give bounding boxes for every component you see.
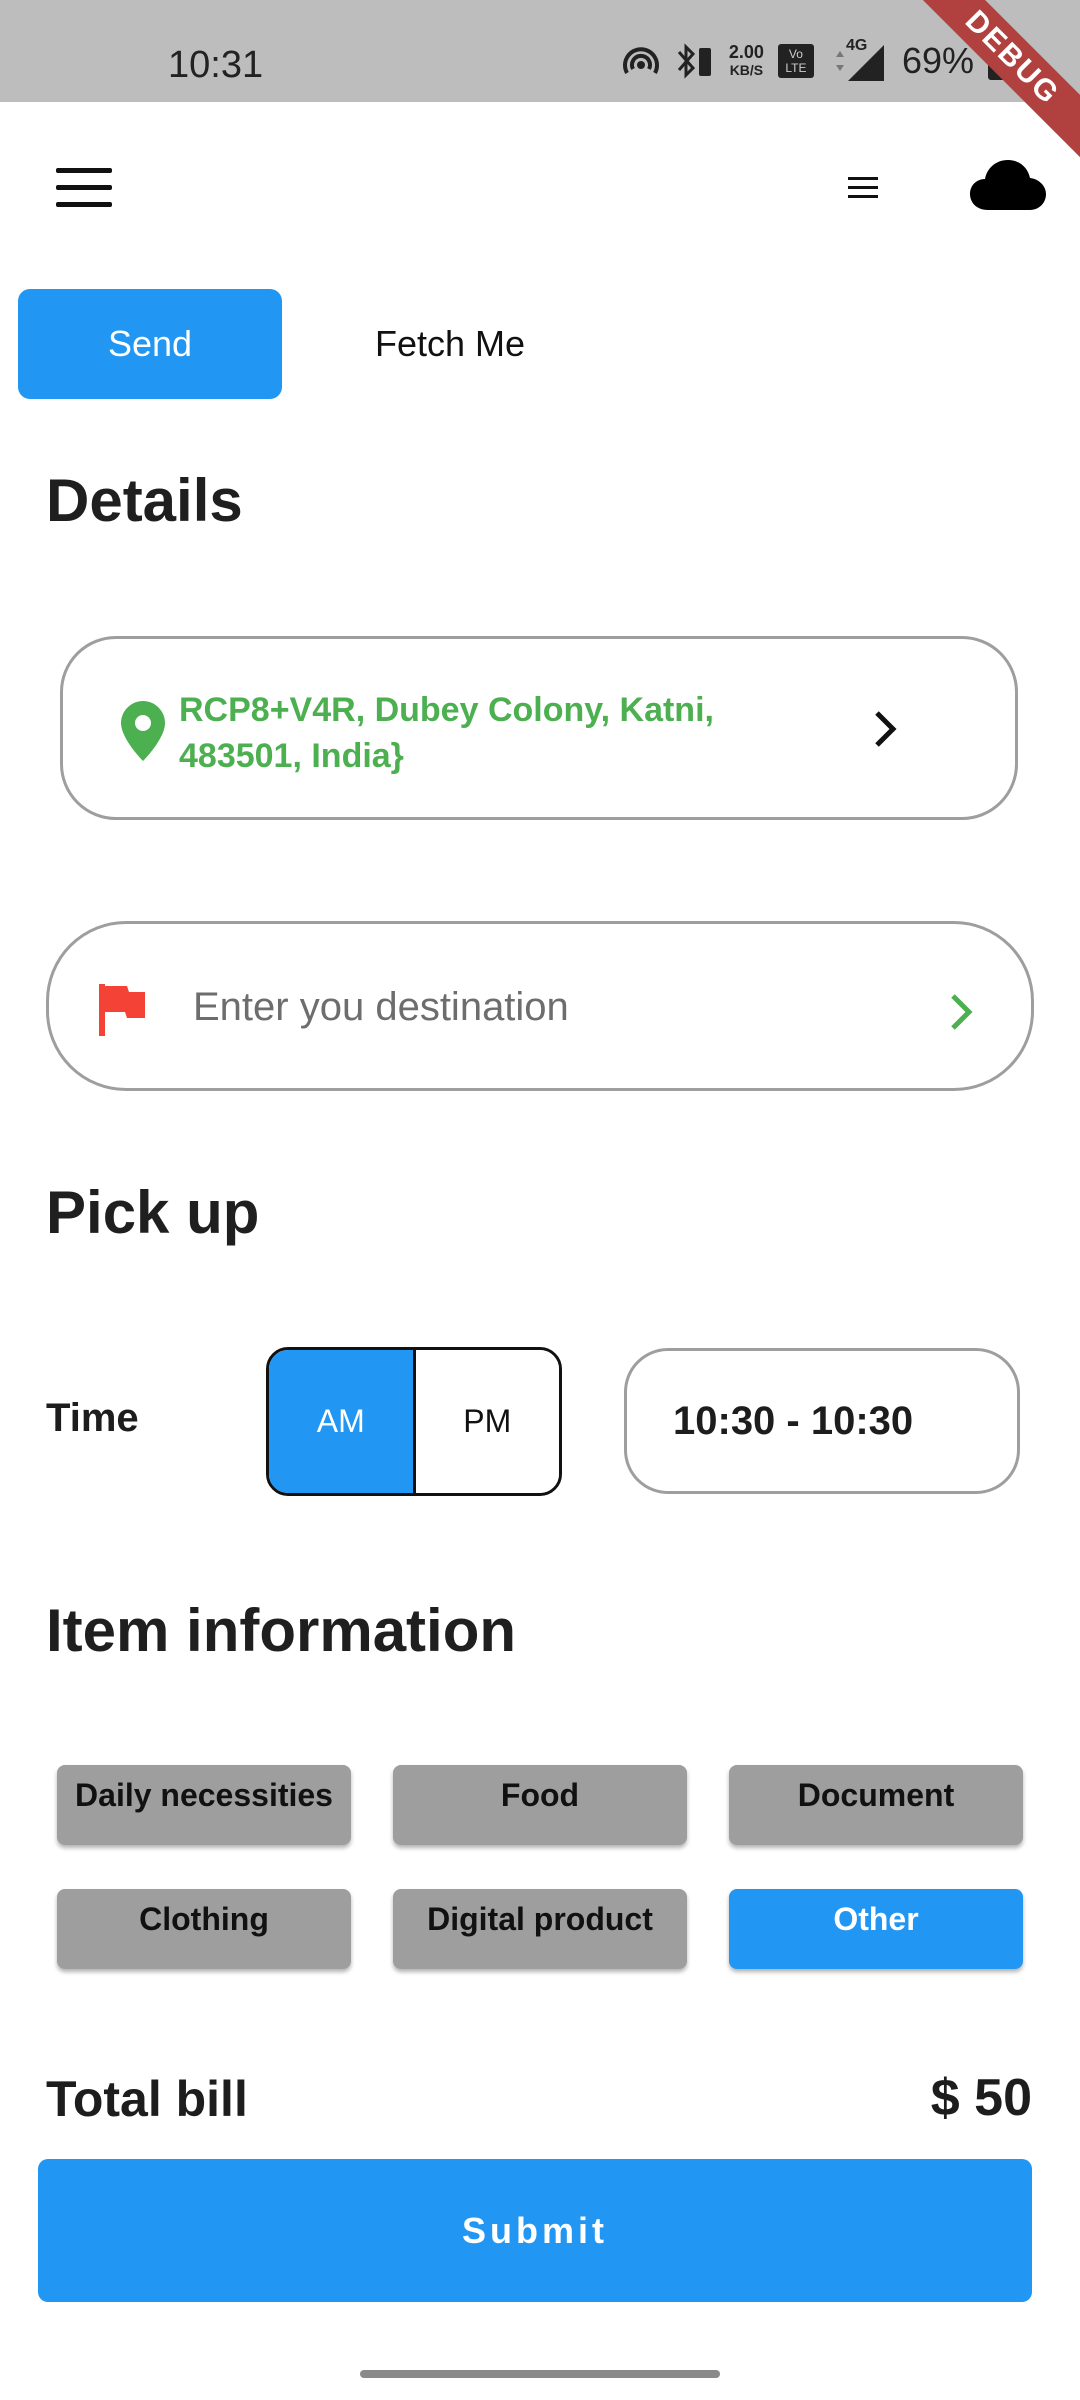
category-chip-food[interactable]: Food (393, 1765, 687, 1845)
am-pm-toggle: AM PM (266, 1347, 562, 1496)
pm-button[interactable]: PM (415, 1350, 559, 1493)
chevron-right-icon[interactable] (949, 992, 975, 1032)
location-pin-icon (121, 701, 165, 761)
tab-send[interactable]: Send (18, 289, 282, 399)
details-title: Details (46, 467, 243, 534)
item-information-title: Item information (46, 1597, 517, 1664)
category-chip-clothing[interactable]: Clothing (57, 1889, 351, 1969)
menu-icon[interactable] (848, 177, 878, 199)
total-bill-amount: $ 50 (930, 2069, 1032, 2127)
category-chip-daily-necessities[interactable]: Daily necessities (57, 1765, 351, 1845)
cloud-icon[interactable] (970, 158, 1046, 212)
time-range-field[interactable]: 10:30 - 10:30 (624, 1348, 1020, 1494)
category-chip-other[interactable]: Other (729, 1889, 1023, 1969)
current-location-text: RCP8+V4R, Dubey Colony, Katni, 483501, I… (179, 691, 714, 775)
category-chip-digital-product[interactable]: Digital product (393, 1889, 687, 1969)
status-icons: 2.00 KB/S Vo LTE 4G 69% (621, 37, 1010, 82)
signal-4g-icon: 4G (828, 37, 888, 81)
hotspot-icon (622, 47, 659, 74)
bluetooth-battery-icon (677, 43, 711, 79)
am-button[interactable]: AM (269, 1350, 416, 1493)
destination-input[interactable] (191, 974, 895, 1040)
pickup-title: Pick up (46, 1179, 260, 1246)
category-chip-document[interactable]: Document (729, 1765, 1023, 1845)
tab-fetch-me[interactable]: Fetch Me (310, 289, 590, 399)
status-time: 10:31 (168, 44, 264, 86)
submit-button[interactable]: Submit (38, 2159, 1032, 2302)
volte-icon: Vo LTE (777, 44, 814, 78)
home-indicator[interactable] (360, 2370, 720, 2378)
time-label: Time (46, 1396, 139, 1440)
chevron-right-icon (875, 711, 897, 747)
total-bill-label: Total bill (46, 2071, 248, 2127)
hamburger-menu-icon[interactable] (56, 168, 112, 208)
flag-icon (99, 984, 145, 1036)
network-speed: 2.00 KB/S (728, 42, 764, 78)
current-location-card[interactable]: RCP8+V4R, Dubey Colony, Katni, 483501, I… (60, 636, 1018, 820)
destination-field[interactable] (46, 921, 1034, 1091)
battery-percent: 69% (901, 40, 974, 81)
